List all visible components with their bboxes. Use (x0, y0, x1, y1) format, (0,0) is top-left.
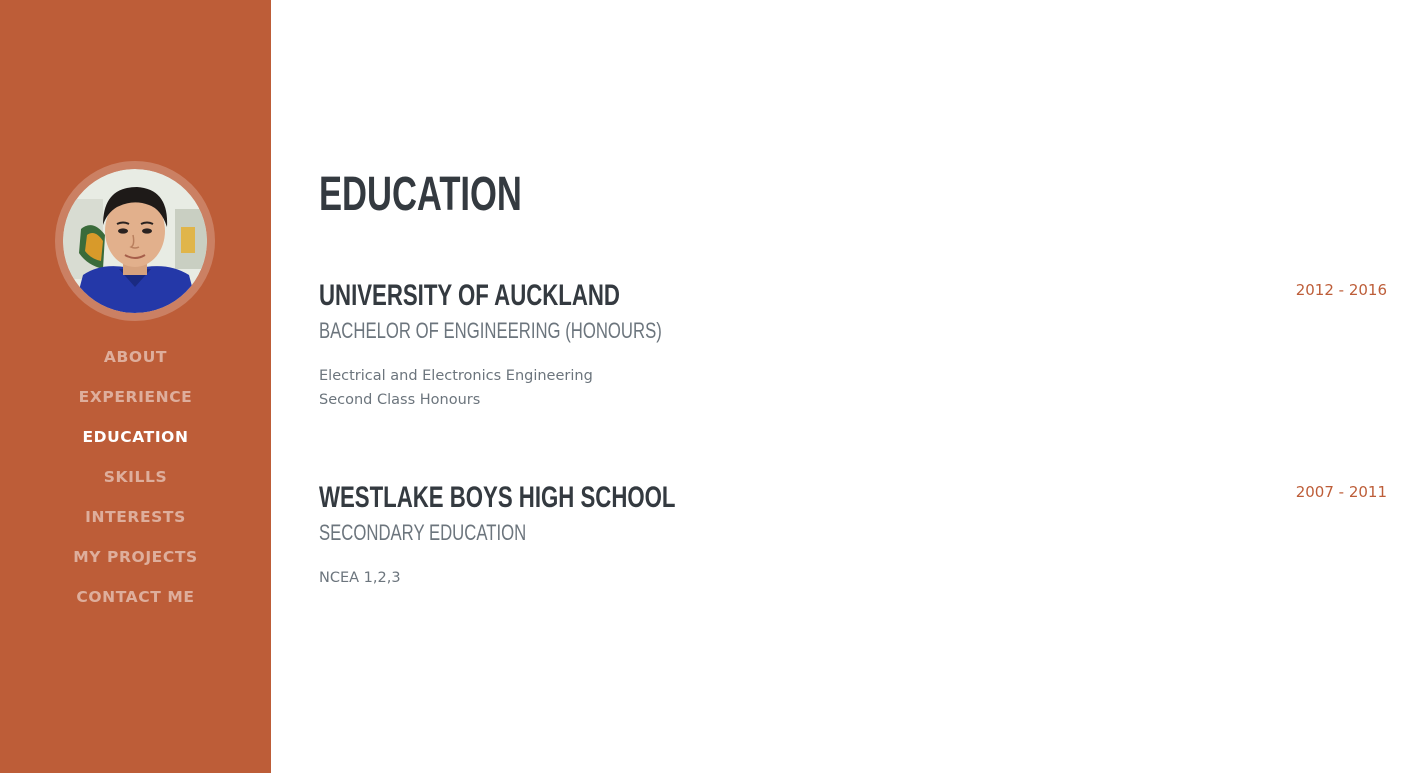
entry-title: Westlake Boys High School (319, 481, 676, 514)
nav-link-experience[interactable]: Experience (79, 388, 193, 406)
nav-link-interests[interactable]: Interests (85, 508, 186, 526)
avatar-frame (55, 161, 215, 321)
entry-subtitle: Bachelor of Engineering (Honours) (319, 318, 662, 343)
entry-description: NCEA 1,2,3 (319, 566, 1387, 590)
entry-line: NCEA 1,2,3 (319, 570, 401, 586)
entry-description: Electrical and Electronics Engineering S… (319, 364, 1387, 412)
entry-line: Electrical and Electronics Engineering (319, 368, 593, 384)
nav-link-skills[interactable]: Skills (104, 468, 167, 486)
nav-link-about[interactable]: About (104, 348, 167, 366)
entry-date: 2007 - 2011 (1295, 483, 1387, 501)
sidebar-nav: About Experience Education Skills Intere… (0, 343, 271, 623)
nav-item-about: About (0, 343, 271, 383)
main-content: Education University of Auckland Bachelo… (271, 0, 1428, 773)
entry-title: University of Auckland (319, 279, 620, 312)
nav-item-skills: Skills (0, 463, 271, 503)
section-title: Education (319, 168, 522, 221)
nav-link-my-projects[interactable]: My Projects (73, 548, 198, 566)
nav-item-experience: Experience (0, 383, 271, 423)
nav-item-interests: Interests (0, 503, 271, 543)
sidebar: About Experience Education Skills Intere… (0, 0, 271, 773)
entry-date: 2012 - 2016 (1295, 281, 1387, 299)
entry-subtitle: Secondary Education (319, 520, 527, 545)
nav-link-contact-me[interactable]: Contact Me (76, 588, 194, 606)
nav-link-education[interactable]: Education (82, 428, 188, 446)
entry-line: Second Class Honours (319, 392, 481, 408)
nav-item-contact-me: Contact Me (0, 583, 271, 623)
education-entry-high-school: Westlake Boys High School Secondary Educ… (319, 480, 1387, 590)
avatar (63, 169, 207, 313)
nav-item-my-projects: My Projects (0, 543, 271, 583)
education-entry-university: University of Auckland Bachelor of Engin… (319, 278, 1387, 412)
nav-item-education: Education (0, 423, 271, 463)
